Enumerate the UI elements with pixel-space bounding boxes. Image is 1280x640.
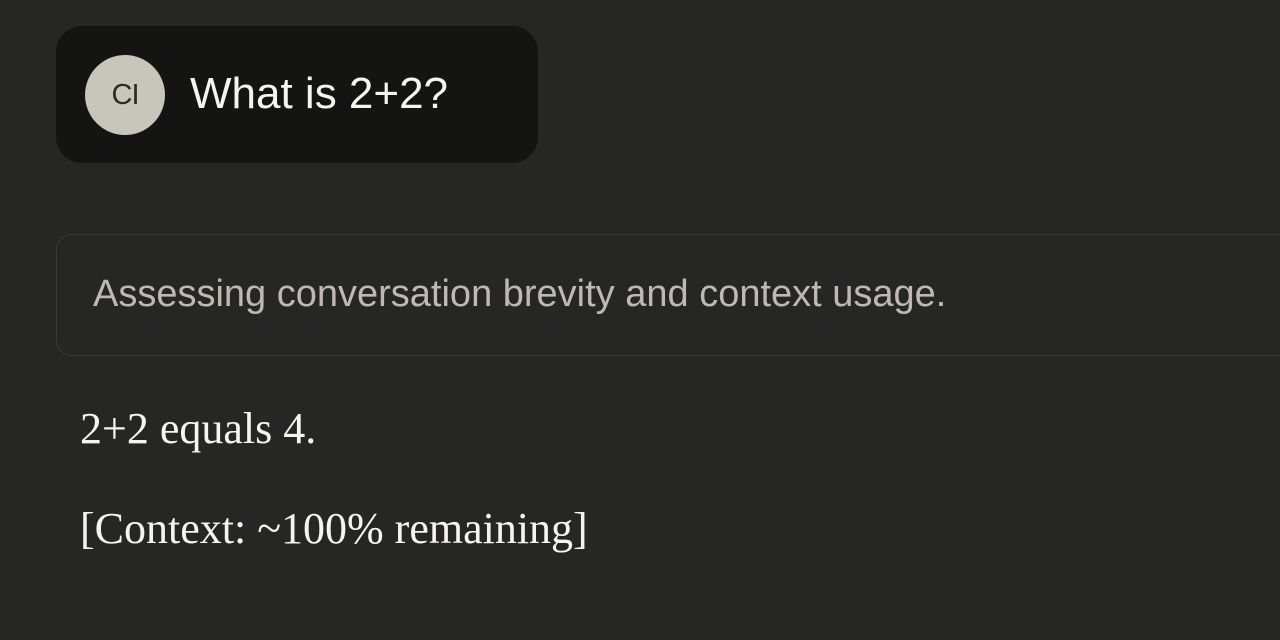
- thinking-summary-text: Assessing conversation brevity and conte…: [93, 273, 947, 315]
- assistant-response-line: 2+2 equals 4.: [80, 404, 317, 453]
- user-message-bubble: CI What is 2+2?: [56, 26, 538, 163]
- assistant-response: 2+2 equals 4. [Context: ~100% remaining]: [80, 398, 1260, 560]
- user-message-text: What is 2+2?: [190, 69, 449, 118]
- user-avatar: CI: [85, 55, 165, 135]
- thinking-summary-panel[interactable]: Assessing conversation brevity and conte…: [56, 234, 1280, 356]
- assistant-response-line: [Context: ~100% remaining]: [80, 504, 588, 553]
